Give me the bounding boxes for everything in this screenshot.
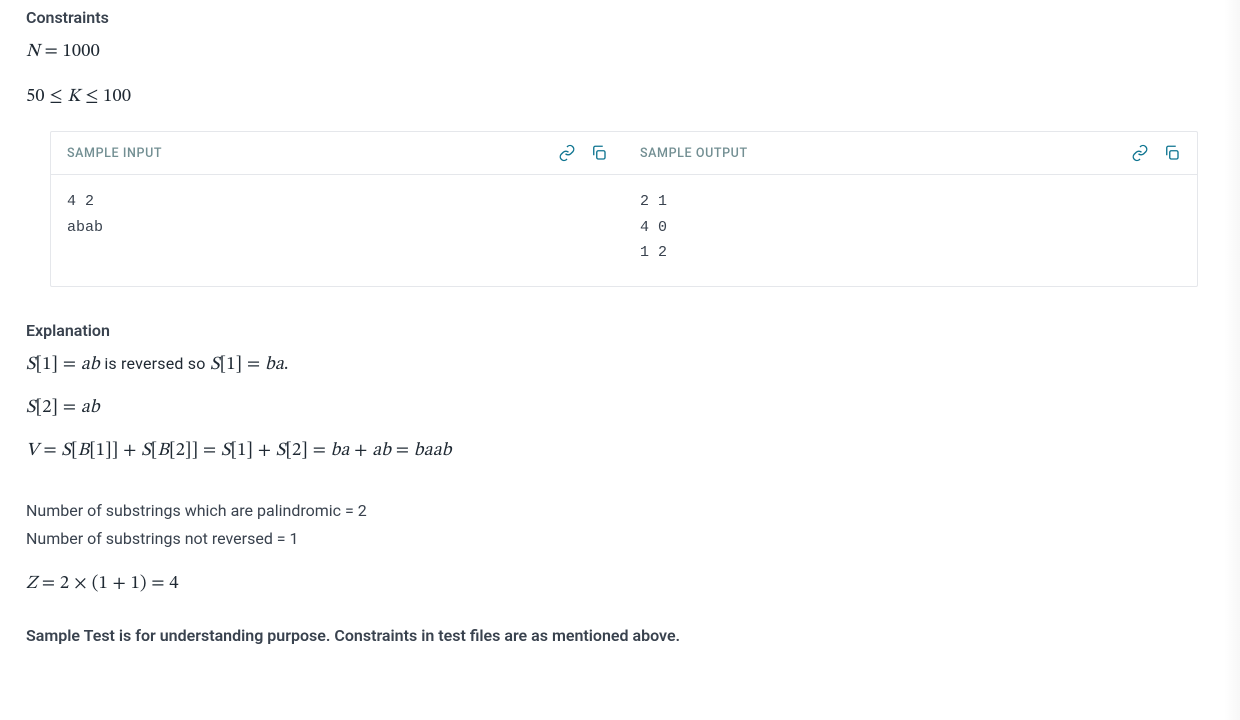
- palindromic-count-line: Number of substrings which are palindrom…: [26, 497, 1198, 525]
- explanation-line-1: S[1] = ab is reversed so S[1] = ba.: [26, 354, 1198, 377]
- explanation-line-2: S[2] = ab: [26, 397, 1198, 420]
- link-icon[interactable]: [1131, 144, 1149, 162]
- samples-row: SAMPLE INPUT 4 2 abab SAMPLE OUTPUT 2 1 …: [50, 131, 1198, 287]
- copy-icon[interactable]: [1163, 144, 1181, 162]
- sample-input-icons: [558, 144, 608, 162]
- z-formula-line: Z = 2 × (1 + 1) = 4: [26, 573, 1198, 596]
- copy-icon[interactable]: [590, 144, 608, 162]
- constraint-line-1: N = 1000: [26, 41, 1198, 64]
- sample-input-body: 4 2 abab: [51, 175, 624, 260]
- not-reversed-count-line: Number of substrings not reversed = 1: [26, 525, 1198, 553]
- sample-output-title: SAMPLE OUTPUT: [640, 146, 748, 161]
- sample-input-header: SAMPLE INPUT: [51, 132, 624, 175]
- right-edge-shadow: [1224, 0, 1240, 720]
- sample-output-box: SAMPLE OUTPUT 2 1 4 0 1 2: [624, 132, 1197, 286]
- sample-input-box: SAMPLE INPUT 4 2 abab: [51, 132, 624, 286]
- explanation-body: S[1] = ab is reversed so S[1] = ba. S[2]…: [26, 354, 1198, 645]
- sample-output-icons: [1131, 144, 1181, 162]
- explanation-heading: Explanation: [26, 321, 1198, 340]
- constraint-line-2: 50 ≤ K ≤ 100: [26, 86, 1198, 109]
- sample-input-title: SAMPLE INPUT: [67, 146, 162, 161]
- constraints-heading: Constraints: [26, 8, 1198, 27]
- sample-output-header: SAMPLE OUTPUT: [624, 132, 1197, 175]
- sample-output-body: 2 1 4 0 1 2: [624, 175, 1197, 286]
- link-icon[interactable]: [558, 144, 576, 162]
- sample-test-note: Sample Test is for understanding purpose…: [26, 626, 1198, 645]
- explanation-line-3: V = S[B[1]] + S[B[2]] = S[1] + S[2] = ba…: [26, 440, 1198, 463]
